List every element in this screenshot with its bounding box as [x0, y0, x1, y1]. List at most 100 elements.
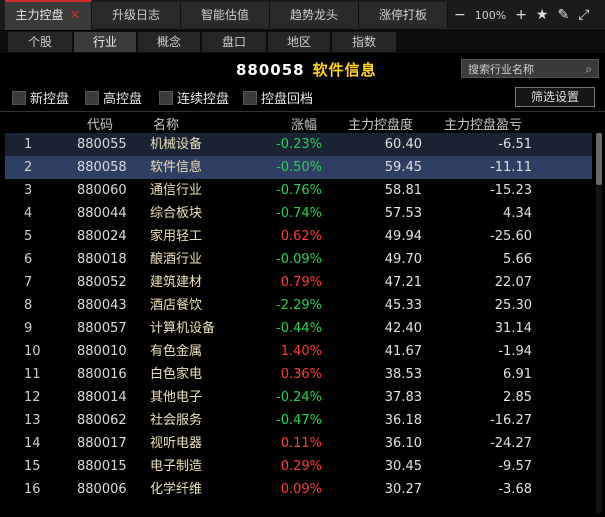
checkbox[interactable] — [243, 90, 257, 105]
search-input[interactable]: 搜索行业名称 ⌕ — [461, 59, 599, 78]
row-change: -0.23% — [276, 137, 322, 152]
filter-high-control[interactable]: 高控盘 — [85, 88, 142, 107]
star-icon[interactable]: ★ — [536, 7, 549, 23]
col-change[interactable]: 涨幅 — [291, 114, 317, 133]
row-control-degree: 49.70 — [384, 252, 422, 267]
row-name: 计算机设备 — [150, 321, 216, 336]
row-control-pnl: -25.60 — [490, 229, 532, 244]
subtab-stock[interactable]: 个股 — [8, 32, 72, 52]
table-row[interactable]: 11 880016 白色家电 0.36% 38.53 6.91 — [5, 363, 592, 386]
scrollbar-thumb[interactable] — [596, 133, 602, 185]
subtab-concept[interactable]: 概念 — [138, 32, 200, 52]
row-control-degree: 58.81 — [384, 183, 422, 198]
row-control-degree: 57.53 — [384, 206, 422, 221]
zoom-in-icon[interactable]: + — [515, 7, 527, 23]
subtab-industry[interactable]: 行业 — [74, 32, 136, 52]
table-row[interactable]: 12 880014 其他电子 -0.24% 37.83 2.85 — [5, 386, 592, 409]
subtab-region[interactable]: 地区 — [268, 32, 330, 52]
filter-label: 新控盘 — [30, 92, 70, 107]
row-control-pnl: 22.07 — [494, 275, 532, 290]
row-change: -0.47% — [276, 413, 322, 428]
table-row[interactable]: 2 880058 软件信息 -0.50% 59.45 -11.11 — [5, 156, 592, 179]
close-icon[interactable]: ✕ — [70, 8, 81, 23]
tab-limit-up[interactable]: 涨停打板 — [359, 2, 448, 28]
expand-icon[interactable]: ⤢ — [578, 7, 589, 23]
col-code[interactable]: 代码 — [87, 114, 113, 133]
row-code: 880016 — [77, 367, 127, 382]
row-index: 12 — [24, 390, 41, 405]
row-code: 880062 — [77, 413, 127, 428]
tab-trend-leader[interactable]: 趋势龙头 — [270, 2, 359, 28]
checkbox[interactable] — [12, 90, 26, 105]
row-control-degree: 30.45 — [384, 459, 422, 474]
row-control-degree: 60.40 — [384, 137, 422, 152]
row-change: 0.79% — [280, 275, 322, 290]
row-code: 880043 — [77, 298, 127, 313]
tab-main-control[interactable]: 主力控盘 ✕ — [5, 0, 92, 30]
row-name: 综合板块 — [150, 206, 203, 221]
row-control-pnl: -6.51 — [498, 137, 532, 152]
row-change: -0.74% — [276, 206, 322, 221]
row-change: -0.76% — [276, 183, 322, 198]
row-change: -0.50% — [276, 160, 322, 175]
table-row[interactable]: 13 880062 社会服务 -0.47% 36.18 -16.27 — [5, 409, 592, 432]
row-change: 1.40% — [280, 344, 322, 359]
row-control-degree: 45.33 — [384, 298, 422, 313]
row-index: 1 — [24, 137, 33, 152]
table-row[interactable]: 16 880006 化学纤维 0.09% 30.27 -3.68 — [5, 478, 592, 501]
row-code: 880018 — [77, 252, 127, 267]
row-code: 880060 — [77, 183, 127, 198]
table-row[interactable]: 5 880024 家用轻工 0.62% 49.94 -25.60 — [5, 225, 592, 248]
row-index: 16 — [24, 482, 41, 497]
table-row[interactable]: 9 880057 计算机设备 -0.44% 42.40 31.14 — [5, 317, 592, 340]
row-control-degree: 47.21 — [384, 275, 422, 290]
search-icon[interactable]: ⌕ — [585, 60, 592, 79]
row-index: 11 — [24, 367, 41, 382]
scrollbar[interactable] — [596, 133, 602, 513]
filter-new-control[interactable]: 新控盘 — [12, 88, 69, 107]
col-control-pnl[interactable]: 主力控盘盈亏 — [444, 114, 522, 133]
row-control-degree: 38.53 — [384, 367, 422, 382]
table-row[interactable]: 8 880043 酒店餐饮 -2.29% 45.33 25.30 — [5, 294, 592, 317]
filter-control-pullback[interactable]: 控盘回档 — [243, 88, 313, 107]
edit-icon[interactable]: ✎ — [557, 7, 569, 23]
row-code: 880017 — [77, 436, 127, 451]
row-code: 880052 — [77, 275, 127, 290]
row-change: 0.62% — [280, 229, 322, 244]
row-index: 10 — [24, 344, 41, 359]
table-row[interactable]: 7 880052 建筑建材 0.79% 47.21 22.07 — [5, 271, 592, 294]
row-control-pnl: 2.85 — [503, 390, 532, 405]
col-control-degree[interactable]: 主力控盘度 — [348, 114, 413, 133]
tab-upgrade-log[interactable]: 升级日志 — [92, 2, 181, 28]
filter-continuous-control[interactable]: 连续控盘 — [159, 88, 229, 107]
col-name[interactable]: 名称 — [153, 114, 179, 133]
toolbar: − 100% + ★ ✎ ⤢ — [448, 0, 605, 30]
top-tab-bar: 主力控盘 ✕ 升级日志 智能估值 趋势龙头 涨停打板 − 100% + ★ ✎ ⤢ — [0, 0, 605, 31]
row-control-degree: 30.27 — [384, 482, 422, 497]
row-control-degree: 49.94 — [384, 229, 422, 244]
row-control-pnl: 6.91 — [503, 367, 532, 382]
checkbox[interactable] — [159, 90, 173, 105]
table-row[interactable]: 15 880015 电子制造 0.29% 30.45 -9.57 — [5, 455, 592, 478]
industry-table: 1 880055 机械设备 -0.23% 60.40 -6.51 2 880058 软件信息 -0… — [5, 133, 592, 501]
row-index: 14 — [24, 436, 41, 451]
table-row[interactable]: 4 880044 综合板块 -0.74% 57.53 4.34 — [5, 202, 592, 225]
row-change: -0.24% — [276, 390, 322, 405]
row-name: 机械设备 — [150, 137, 203, 152]
row-index: 5 — [24, 229, 33, 244]
row-name: 电子制造 — [150, 459, 203, 474]
table-row[interactable]: 14 880017 视听电器 0.11% 36.10 -24.27 — [5, 432, 592, 455]
row-code: 880024 — [77, 229, 127, 244]
row-control-pnl: -9.57 — [498, 459, 532, 474]
subtab-handicap[interactable]: 盘口 — [202, 32, 266, 52]
filter-settings-button[interactable]: 筛选设置 — [515, 87, 595, 107]
row-index: 15 — [24, 459, 41, 474]
subtab-index[interactable]: 指数 — [332, 32, 396, 52]
checkbox[interactable] — [85, 90, 99, 105]
table-row[interactable]: 6 880018 酿酒行业 -0.09% 49.70 5.66 — [5, 248, 592, 271]
table-row[interactable]: 3 880060 通信行业 -0.76% 58.81 -15.23 — [5, 179, 592, 202]
table-row[interactable]: 10 880010 有色金属 1.40% 41.67 -1.94 — [5, 340, 592, 363]
tab-smart-valuation[interactable]: 智能估值 — [181, 2, 270, 28]
table-row[interactable]: 1 880055 机械设备 -0.23% 60.40 -6.51 — [5, 133, 592, 156]
zoom-out-icon[interactable]: − — [454, 7, 466, 23]
